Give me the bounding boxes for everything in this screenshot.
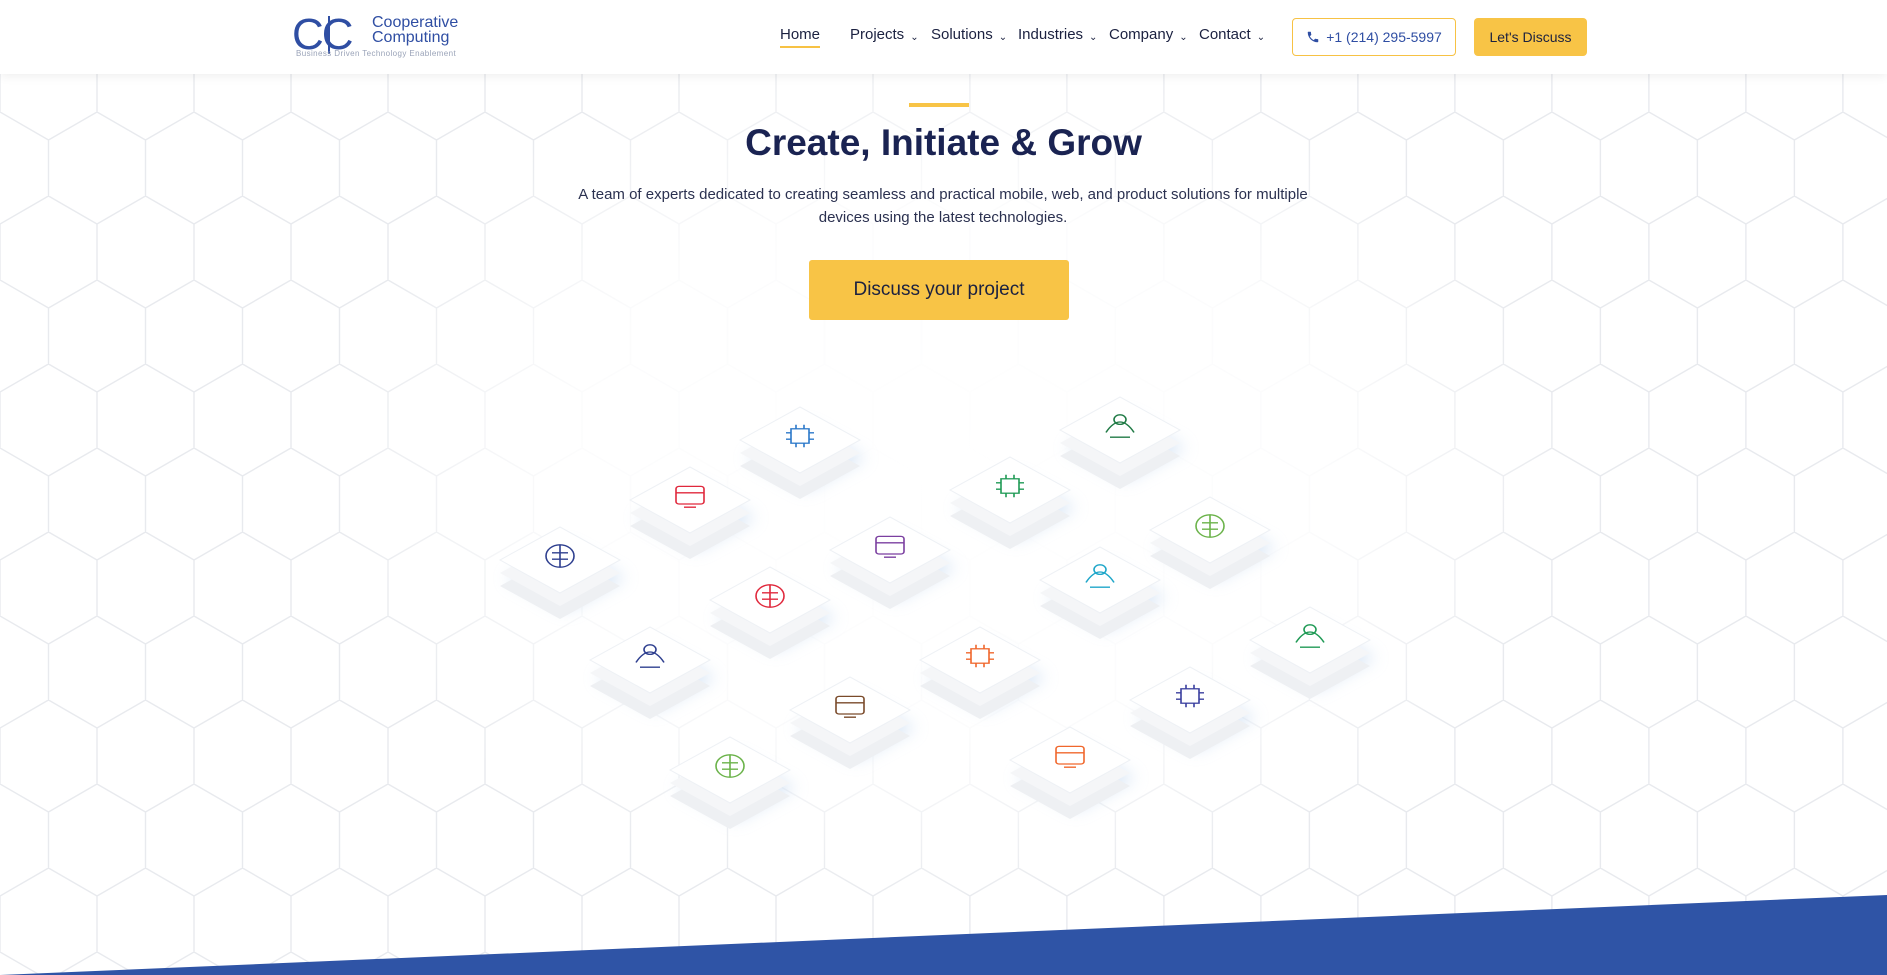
tile-ai-head [498,526,626,619]
tile-hand-mobile [628,466,756,559]
title-accent-line [909,103,969,107]
tile-scanner [1248,606,1376,699]
nav-item-industries[interactable]: Industries ⌄ [1018,26,1097,43]
tile-iot-device [788,676,916,769]
logo-name: Cooperative Computing [372,14,459,46]
phone-icon [1307,31,1319,43]
hero-subtitle: A team of experts dedicated to creating … [578,186,1308,226]
discuss-project-button[interactable]: Discuss your project [809,260,1069,320]
tile-smart-city [918,626,1046,719]
site-header: CC Cooperative Computing Business Driven… [0,0,1887,74]
tile-drone [668,736,796,829]
chevron-down-icon: ⌄ [1089,32,1098,43]
chevron-down-icon: ⌄ [998,32,1008,43]
company-logo[interactable]: CC Cooperative Computing Business Driven… [292,12,482,62]
tile-robot-arm [1038,546,1166,639]
chevron-down-icon: ⌄ [1256,32,1266,43]
lets-discuss-button[interactable]: Let's Discuss [1474,18,1587,56]
hero-title: Create, Initiate & Grow [745,122,1142,163]
tile-cpu-atom [1128,666,1256,759]
chevron-down-icon: ⌄ [1179,32,1188,43]
tile-chat-bubbles [828,516,956,609]
nav-item-solutions[interactable]: Solutions ⌄ [931,26,1007,43]
tile-computer-stack [1058,396,1186,489]
logo-tagline: Business Driven Technology Enablement [296,49,457,58]
tile-security-chip [948,456,1076,549]
tile-chip-circuit [738,406,866,499]
nav-item-contact[interactable]: Contact ⌄ [1199,26,1265,43]
phone-button[interactable]: +1 (214) 295-5997 [1292,18,1456,56]
isometric-tiles-illustration [498,396,1376,829]
tile-plant-growth [1148,496,1276,589]
chevron-down-icon: ⌄ [910,32,919,43]
bottom-wave [0,895,1887,975]
nav-item-home[interactable]: Home [780,26,821,48]
nav-item-projects[interactable]: Projects ⌄ [850,26,919,43]
tile-robot-head [1008,726,1136,819]
tile-network-globe [588,626,716,719]
nav-item-company[interactable]: Company ⌄ [1109,26,1188,43]
tile-cloud-devices [708,566,836,659]
